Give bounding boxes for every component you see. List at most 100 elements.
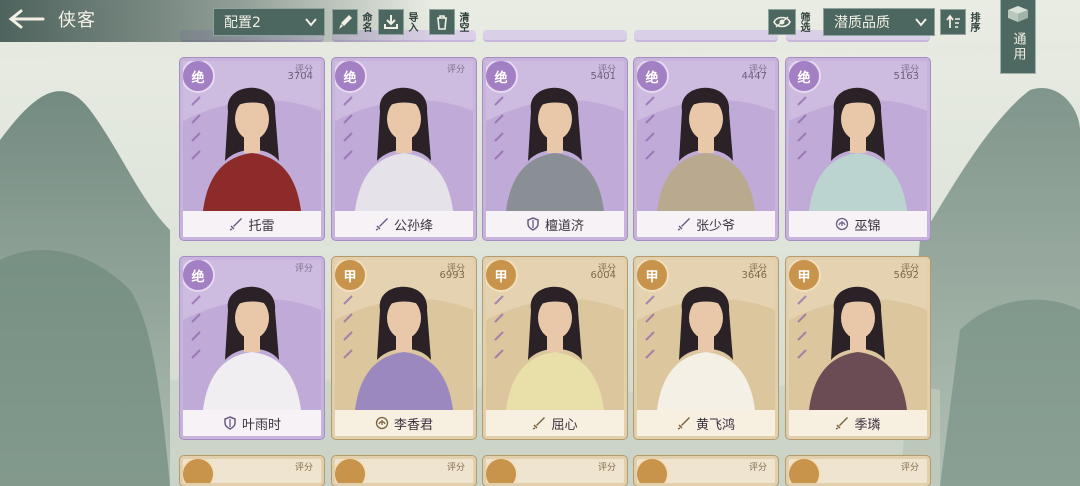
grade-badge: 绝 <box>637 61 669 93</box>
rename-button[interactable]: 命名 <box>332 8 371 36</box>
chevron-down-icon <box>305 18 317 27</box>
character-card[interactable]: 甲评分 6993 李香君 <box>332 257 476 439</box>
sort-field-value: 潜质品质 <box>834 15 890 31</box>
eye-icon <box>768 9 796 35</box>
name-bar: 公孙绛 <box>335 211 473 237</box>
score-value: 3646 <box>741 270 767 281</box>
rank-stripes <box>494 295 504 359</box>
character-card[interactable]: 甲评分 6004 屈心 <box>483 257 627 439</box>
score-label: 评分 <box>294 264 313 274</box>
book-icon <box>1008 6 1028 22</box>
character-name: 公孙绛 <box>393 218 433 234</box>
name-bar: 叶雨时 <box>183 410 321 436</box>
grade-badge <box>789 459 821 483</box>
sort-field-dropdown[interactable]: 潜质品质 <box>823 8 935 36</box>
sword-icon <box>533 417 546 430</box>
page-title: 侠客 <box>58 10 96 31</box>
score-label: 评分 <box>597 463 616 473</box>
character-name: 巫锦 <box>854 218 881 234</box>
character-card[interactable]: 绝评分 5163 巫锦 <box>786 58 930 240</box>
score-label: 评分 <box>446 463 465 473</box>
character-name: 托雷 <box>248 218 275 234</box>
sword-icon <box>677 218 690 231</box>
character-card[interactable]: 绝 评分公孙绛 <box>332 58 476 240</box>
character-card[interactable]: 绝评分 3704 托雷 <box>180 58 324 240</box>
sword-icon <box>230 218 243 231</box>
character-card[interactable]: 绝 评分叶雨时 <box>180 257 324 439</box>
grade-badge <box>183 459 215 483</box>
rank-stripes <box>343 96 353 160</box>
name-bar: 黄飞鸿 <box>637 410 775 436</box>
name-bar: 巫锦 <box>789 211 927 237</box>
character-name: 屈心 <box>551 417 578 433</box>
partial-card-bottom[interactable]: 评分 <box>332 456 476 486</box>
lotus-icon <box>836 217 849 231</box>
character-name: 檀道济 <box>544 218 584 234</box>
name-bar: 托雷 <box>183 211 321 237</box>
sort-icon <box>940 9 966 35</box>
score-value: 6993 <box>439 270 465 281</box>
grade-badge: 甲 <box>335 260 367 292</box>
character-card[interactable]: 绝评分 5401 檀道济 <box>483 58 627 240</box>
score-value: 5692 <box>893 270 919 281</box>
sort-label: 排序 <box>968 12 979 32</box>
score-value: 4447 <box>741 71 767 82</box>
sword-icon <box>836 417 849 430</box>
filter-visible-button[interactable]: 筛选 <box>768 8 809 36</box>
grade-badge: 绝 <box>183 61 215 93</box>
character-card[interactable]: 甲评分 5692 季璘 <box>786 257 930 439</box>
general-tab[interactable]: 通用 <box>1000 0 1036 74</box>
name-bar: 季璘 <box>789 410 927 436</box>
name-bar: 檀道济 <box>486 211 624 237</box>
top-bar: 侠客 配置2 命名 导入 清空 筛选 潜质品质 排序 <box>0 0 1080 42</box>
rank-stripes <box>645 96 655 160</box>
clear-label: 清空 <box>457 12 468 32</box>
partial-card-bottom[interactable]: 评分 <box>483 456 627 486</box>
score-label: 评分 <box>748 463 767 473</box>
character-card[interactable]: 绝评分 4447 张少爷 <box>634 58 778 240</box>
sort-button[interactable]: 排序 <box>940 8 979 36</box>
import-button[interactable]: 导入 <box>378 8 417 36</box>
trash-icon <box>429 9 455 35</box>
preset-value: 配置2 <box>224 15 261 31</box>
rank-stripes <box>797 295 807 359</box>
grade-badge <box>335 459 367 483</box>
character-name: 张少爷 <box>695 218 735 234</box>
score-value: 5401 <box>590 71 616 82</box>
preset-dropdown[interactable]: 配置2 <box>213 8 325 36</box>
back-button[interactable] <box>4 4 50 34</box>
filter-visible-label: 筛选 <box>798 12 809 32</box>
score-label: 评分 <box>294 463 313 473</box>
brush-icon <box>332 9 358 35</box>
rank-stripes <box>191 295 201 359</box>
partial-card-bottom[interactable]: 评分 <box>634 456 778 486</box>
partial-card-bottom[interactable]: 评分 <box>180 456 324 486</box>
score-value: 6004 <box>590 270 616 281</box>
rank-stripes <box>797 96 807 160</box>
rank-stripes <box>343 295 353 359</box>
grade-badge: 甲 <box>486 260 518 292</box>
grade-badge: 甲 <box>637 260 669 292</box>
character-card[interactable]: 甲评分 3646 黄飞鸿 <box>634 257 778 439</box>
download-icon <box>378 9 404 35</box>
shield-icon <box>224 416 236 430</box>
grade-badge: 绝 <box>486 61 518 93</box>
grade-badge: 绝 <box>335 61 367 93</box>
grade-badge: 绝 <box>183 260 215 292</box>
shield-icon <box>527 217 539 231</box>
grade-badge: 绝 <box>789 61 821 93</box>
chevron-down-icon <box>915 18 927 27</box>
grade-badge <box>486 459 518 483</box>
character-name: 季璘 <box>854 417 881 433</box>
rank-stripes <box>645 295 655 359</box>
character-name: 叶雨时 <box>241 417 281 433</box>
clear-button[interactable]: 清空 <box>429 8 468 36</box>
grade-badge: 甲 <box>789 260 821 292</box>
name-bar: 屈心 <box>486 410 624 436</box>
partial-card-bottom[interactable]: 评分 <box>786 456 930 486</box>
import-label: 导入 <box>406 12 417 32</box>
rank-stripes <box>494 96 504 160</box>
grade-badge <box>637 459 669 483</box>
score-label: 评分 <box>446 65 465 75</box>
character-name: 黄飞鸿 <box>695 417 735 433</box>
